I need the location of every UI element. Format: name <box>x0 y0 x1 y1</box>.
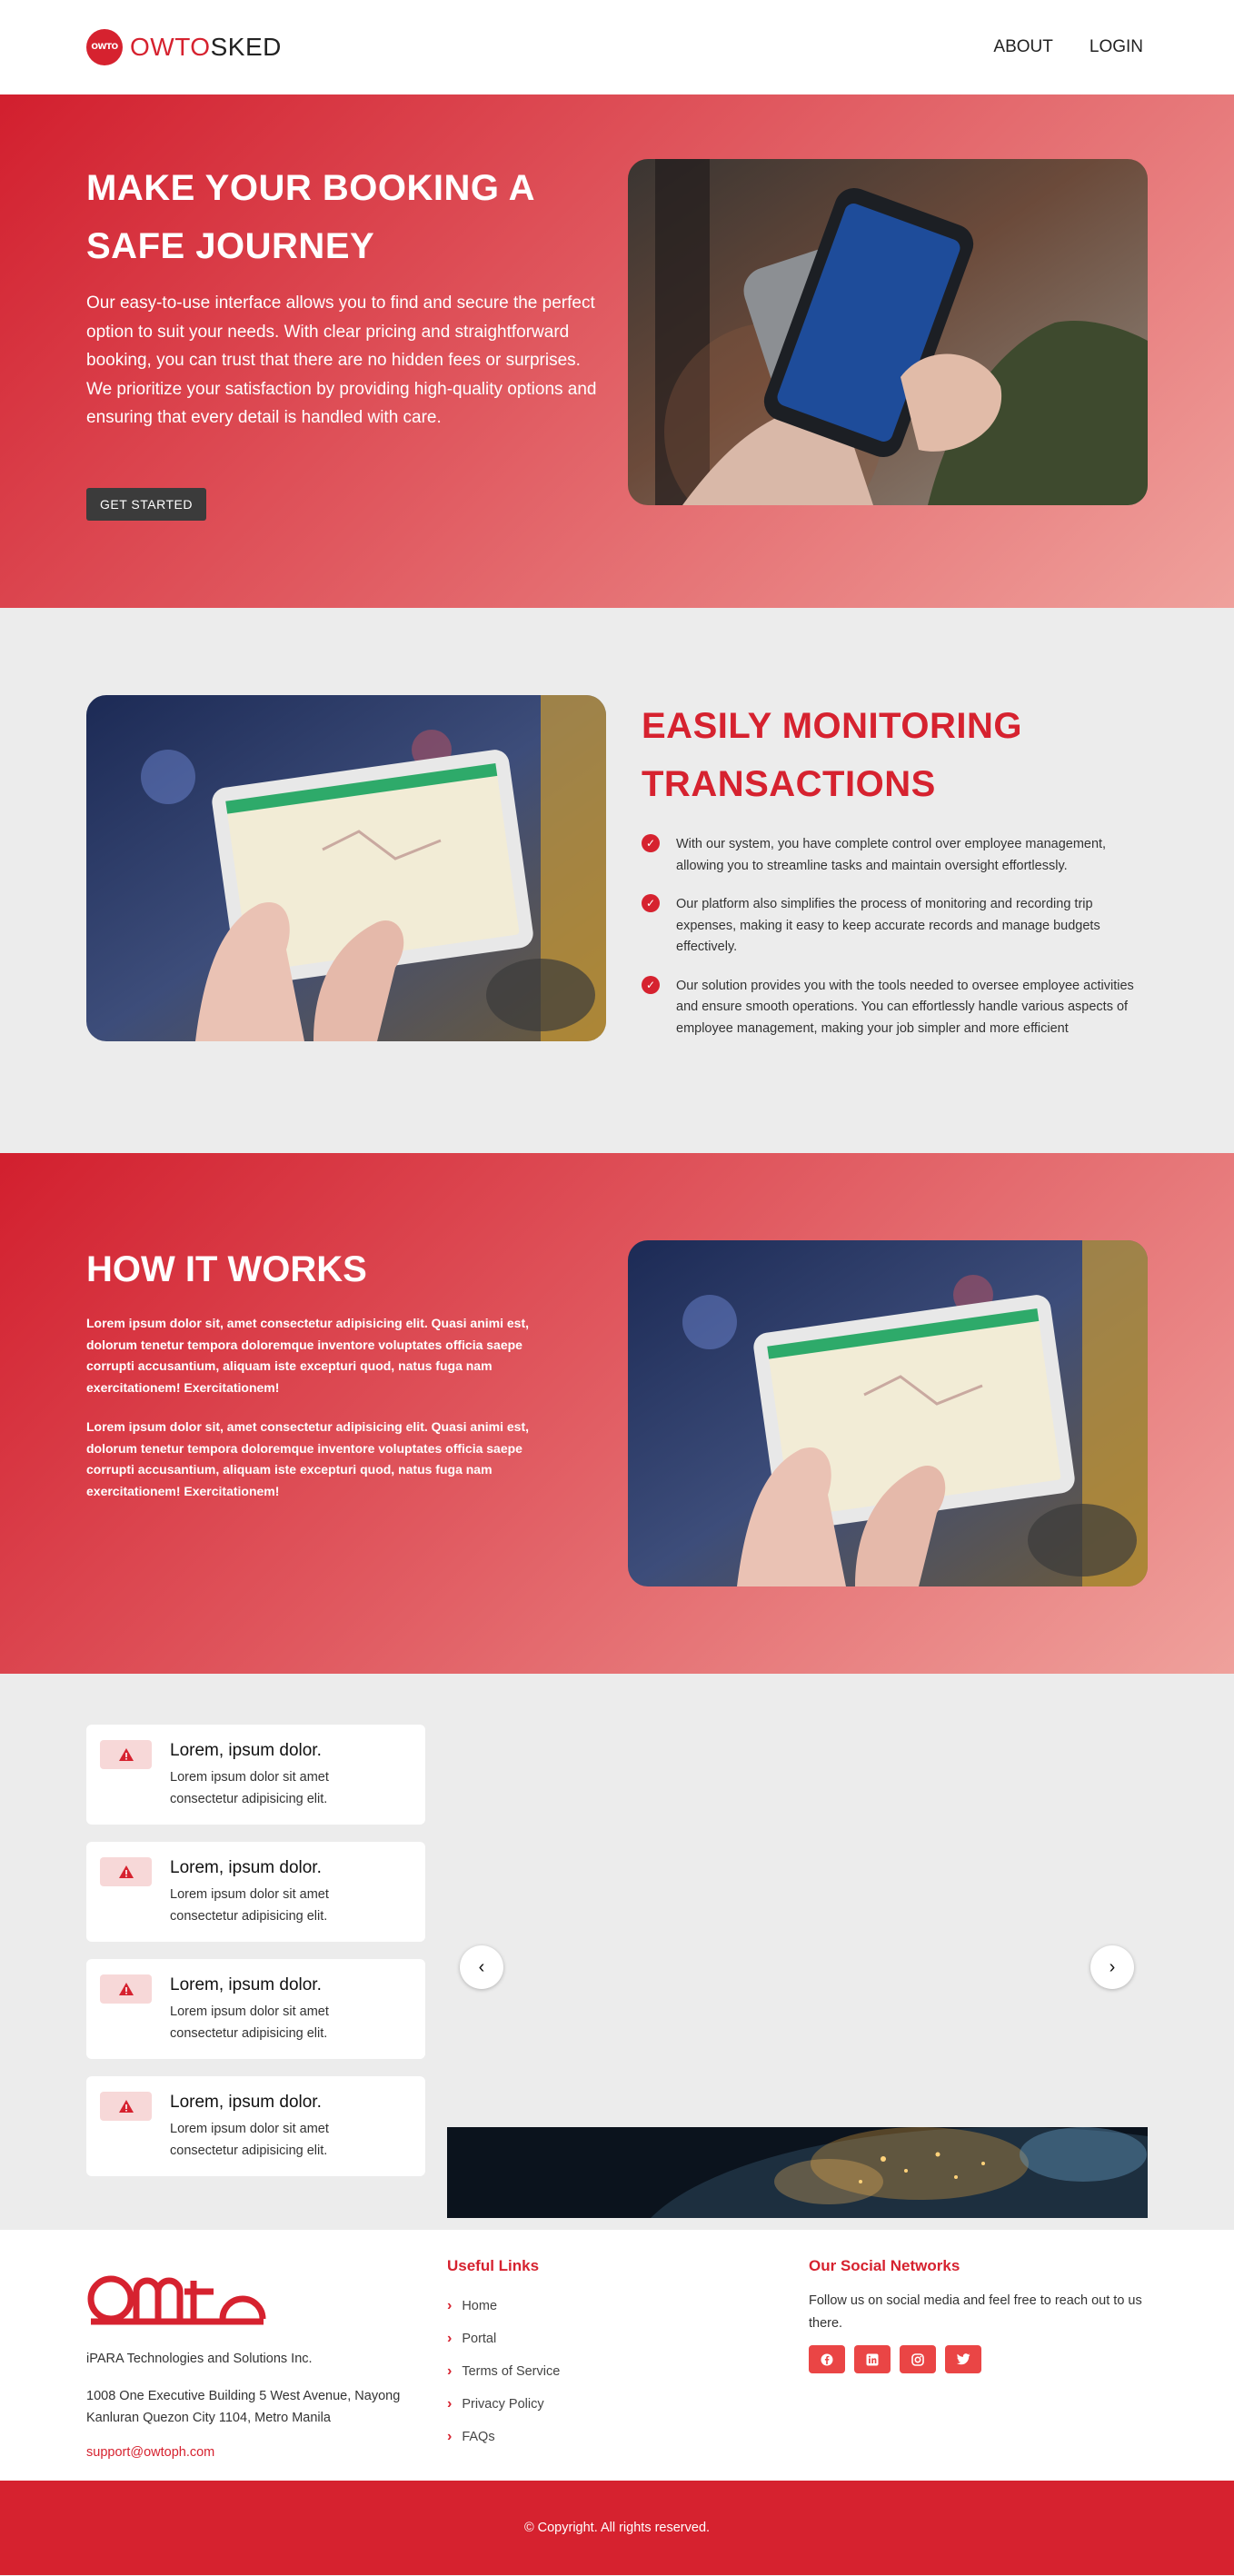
useful-links-list: › Home › Portal › Terms of Service › Privacy… <box>447 2290 560 2453</box>
brand-logo-icon[interactable]: OWTO <box>86 29 123 65</box>
linkedin-button[interactable] <box>854 2345 891 2373</box>
warning-icon <box>118 2100 134 2113</box>
owto-logo-icon[interactable] <box>86 2272 268 2330</box>
social-buttons <box>809 2345 981 2373</box>
check-circle-icon: ✓ <box>642 834 660 852</box>
footer-link-home[interactable]: › Home <box>447 2290 560 2322</box>
brand-name-dark: SKED <box>210 33 282 61</box>
nav-about-link[interactable]: ABOUT <box>993 37 1052 57</box>
site-footer: iPARA Technologies and Solutions Inc. 10… <box>0 2230 1234 2481</box>
brand[interactable]: OWTO OWTOSKED <box>86 29 282 65</box>
hero-phone-photo <box>628 159 1148 505</box>
warning-icon <box>118 1748 134 1761</box>
list-item: ✓ Our platform also simplifies the proce… <box>642 894 1150 959</box>
carousel-prev-button[interactable]: ‹ <box>460 1945 503 1989</box>
warning-icon <box>118 1865 134 1878</box>
footer-link-label: Terms of Service <box>462 2364 561 2379</box>
copyright-bar: © Copyright. All rights reserved. <box>0 2481 1234 2575</box>
chevron-right-icon: › <box>447 2429 453 2444</box>
site-header: OWTO OWTOSKED ABOUT LOGIN <box>0 0 1234 94</box>
hero-section: MAKE YOUR BOOKING A SAFE JOURNEY Our eas… <box>0 94 1234 608</box>
footer-link-terms[interactable]: › Terms of Service <box>447 2355 560 2388</box>
footer-link-faqs[interactable]: › FAQs <box>447 2421 560 2453</box>
feature-card-title: Lorem, ipsum dolor. <box>170 1858 322 1877</box>
check-circle-icon: ✓ <box>642 894 660 912</box>
footer-link-label: Home <box>462 2299 498 2313</box>
footer-link-privacy[interactable]: › Privacy Policy <box>447 2388 560 2421</box>
feature-card-title: Lorem, ipsum dolor. <box>170 2093 322 2112</box>
card-badge <box>100 2092 152 2121</box>
chevron-right-icon: › <box>447 2396 453 2412</box>
useful-links-title: Useful Links <box>447 2257 540 2274</box>
tablet-map-photo <box>86 695 606 1041</box>
twitter-button[interactable] <box>945 2345 981 2373</box>
social-networks-title: Our Social Networks <box>809 2257 960 2274</box>
social-networks-text: Follow us on social media and feel free … <box>809 2293 1142 2331</box>
how-it-works-paragraph: Lorem ipsum dolor sit, amet consectetur … <box>86 1419 530 1498</box>
nav-login-link[interactable]: LOGIN <box>1090 37 1143 57</box>
feature-card[interactable]: Lorem, ipsum dolor. Lorem ipsum dolor si… <box>86 2076 425 2176</box>
footer-link-label: Privacy Policy <box>462 2397 544 2412</box>
how-it-works-title: HOW IT WORKS <box>86 1249 367 1289</box>
card-badge <box>100 1857 152 1886</box>
card-badge <box>100 1974 152 2004</box>
list-item-text: Our solution provides you with the tools… <box>676 978 1134 1036</box>
tablet-map-photo <box>628 1240 1148 1586</box>
brand-name[interactable]: OWTOSKED <box>130 33 282 62</box>
feature-card[interactable]: Lorem, ipsum dolor. Lorem ipsum dolor si… <box>86 1842 425 1942</box>
feature-card-title: Lorem, ipsum dolor. <box>170 1975 322 1994</box>
monitoring-title: EASILY MONITORING TRANSACTIONS <box>642 706 1022 804</box>
features-section: Lorem, ipsum dolor. Lorem ipsum dolor si… <box>0 1674 1234 2230</box>
monitoring-list: ✓ With our system, you have complete con… <box>642 834 1150 1057</box>
footer-link-label: FAQs <box>462 2430 495 2444</box>
feature-card[interactable]: Lorem, ipsum dolor. Lorem ipsum dolor si… <box>86 1959 425 2059</box>
card-badge <box>100 1740 152 1769</box>
support-email-link[interactable]: support@owtoph.com <box>86 2445 214 2460</box>
brand-name-red: OWTO <box>130 33 211 61</box>
copyright-text: © Copyright. All rights reserved. <box>523 2521 711 2535</box>
get-started-button[interactable]: GET STARTED <box>86 488 206 521</box>
warning-icon <box>118 1983 134 1995</box>
check-circle-icon: ✓ <box>642 975 660 994</box>
monitoring-section: EASILY MONITORING TRANSACTIONS ✓ With ou… <box>0 608 1234 1153</box>
list-item-text: Our platform also simplifies the process… <box>676 897 1100 954</box>
feature-card-text: Lorem ipsum dolor sit amet consectetur a… <box>170 1770 329 1806</box>
footer-link-portal[interactable]: › Portal <box>447 2322 560 2355</box>
carousel-next-button[interactable]: › <box>1090 1945 1134 1989</box>
facebook-icon <box>821 2353 833 2365</box>
list-item: ✓ With our system, you have complete con… <box>642 834 1150 877</box>
feature-card-text: Lorem ipsum dolor sit amet consectetur a… <box>170 2004 329 2041</box>
main-nav: ABOUT LOGIN <box>993 37 1143 57</box>
image-carousel[interactable]: ‹ › <box>447 1712 1148 2218</box>
feature-card-text: Lorem ipsum dolor sit amet consectetur a… <box>170 2122 329 2158</box>
instagram-icon <box>911 2352 924 2366</box>
twitter-icon <box>956 2353 970 2365</box>
list-item-text: With our system, you have complete contr… <box>676 837 1107 873</box>
earth-night-image <box>447 2127 1148 2218</box>
instagram-button[interactable] <box>900 2345 936 2373</box>
feature-card-title: Lorem, ipsum dolor. <box>170 1741 322 1760</box>
company-address: 1008 One Executive Building 5 West Avenu… <box>86 2389 401 2425</box>
feature-card-text: Lorem ipsum dolor sit amet consectetur a… <box>170 1887 329 1924</box>
hero-title: MAKE YOUR BOOKING A SAFE JOURNEY <box>86 168 534 266</box>
chevron-right-icon: › <box>447 2363 453 2379</box>
how-it-works-section: HOW IT WORKS Lorem ipsum dolor sit, amet… <box>0 1153 1234 1674</box>
hero-text: Our easy-to-use interface allows you to … <box>86 293 597 427</box>
feature-card[interactable]: Lorem, ipsum dolor. Lorem ipsum dolor si… <box>86 1725 425 1825</box>
footer-link-label: Portal <box>462 2332 497 2346</box>
company-name: iPARA Technologies and Solutions Inc. <box>86 2352 313 2366</box>
chevron-right-icon: › <box>447 2331 453 2346</box>
how-it-works-paragraph: Lorem ipsum dolor sit, amet consectetur … <box>86 1316 530 1395</box>
list-item: ✓ Our solution provides you with the too… <box>642 975 1150 1040</box>
chevron-right-icon: › <box>447 2298 453 2313</box>
facebook-button[interactable] <box>809 2345 845 2373</box>
linkedin-icon <box>866 2353 879 2365</box>
